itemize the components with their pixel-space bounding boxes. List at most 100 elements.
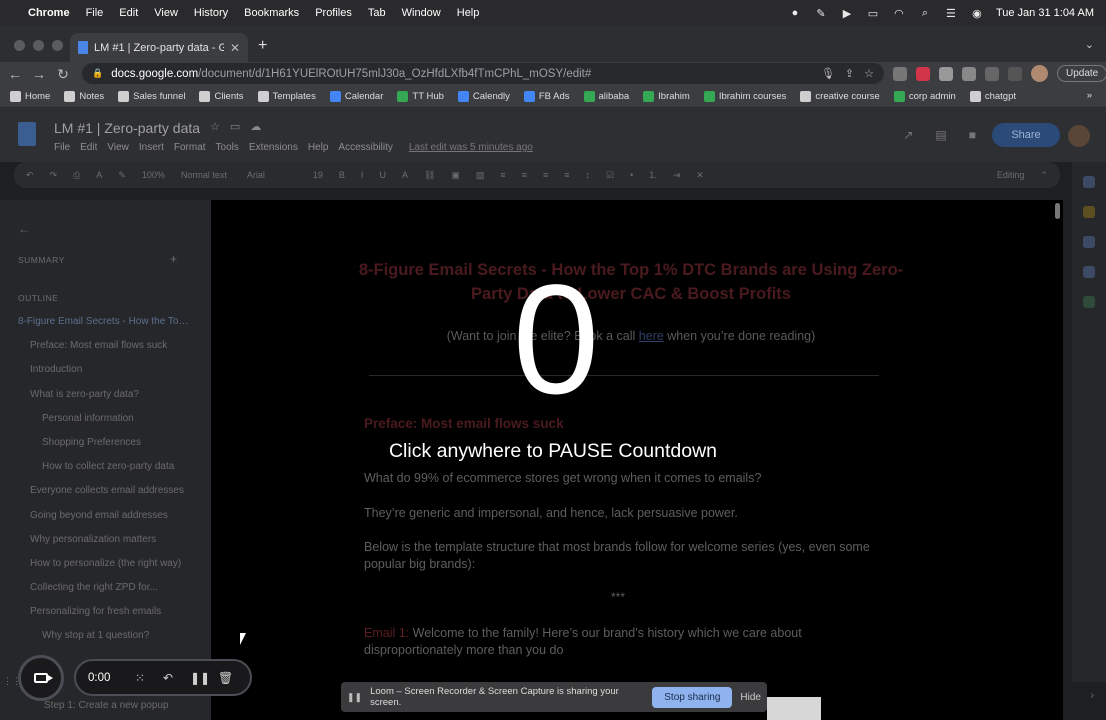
menu-edit[interactable]: Edit [119, 7, 138, 19]
outline-item[interactable]: Why personalization matters [0, 534, 190, 558]
profile-avatar[interactable] [1031, 65, 1048, 82]
menu-bookmarks[interactable]: Bookmarks [244, 7, 299, 19]
cloud-status-icon[interactable]: ☁ [250, 120, 261, 136]
camera-toggle-button[interactable] [18, 655, 64, 701]
indent-icon[interactable]: ⇥ [673, 170, 681, 181]
outline-item[interactable]: How to collect zero-party data [0, 461, 190, 485]
docs-menu-accessibility[interactable]: Accessibility [338, 142, 392, 153]
last-edit-link[interactable]: Last edit was 5 minutes ago [409, 142, 533, 153]
bookmark-chatgpt[interactable]: chatgpt [969, 91, 1016, 102]
editing-mode-select[interactable]: Editing [997, 170, 1025, 180]
search-icon[interactable]: ⌕ [918, 7, 932, 19]
control-center-icon[interactable]: ☰ [944, 7, 958, 20]
numbered-list-icon[interactable]: 1. [649, 170, 657, 180]
microphone-icon[interactable]: ● [788, 7, 802, 19]
new-tab-icon[interactable]: + [258, 37, 267, 55]
menu-app-name[interactable]: Chrome [28, 7, 70, 19]
menu-file[interactable]: File [86, 7, 104, 19]
bookmark-star-icon[interactable]: ☆ [864, 67, 874, 80]
image-icon[interactable]: ▨ [476, 170, 485, 181]
extension-icon[interactable] [962, 66, 976, 81]
calendar-icon[interactable] [1083, 176, 1095, 188]
extension-icon[interactable] [893, 66, 907, 81]
bookmark-calendar[interactable]: Calendar [329, 91, 383, 102]
spellcheck-icon[interactable]: A [96, 170, 102, 180]
bookmark-notes[interactable]: Notes [64, 91, 104, 102]
outline-item[interactable]: Step 1: Create a new popup [44, 700, 169, 711]
reload-icon[interactable]: ↻ [56, 66, 70, 83]
docs-menu-tools[interactable]: Tools [216, 142, 239, 153]
docs-menu-edit[interactable]: Edit [80, 142, 97, 153]
undo-icon[interactable]: ↶ [26, 170, 34, 181]
trash-icon[interactable]: 🗑 [218, 671, 233, 685]
close-tab-icon[interactable]: ✕ [230, 41, 240, 55]
play-icon[interactable]: ▶ [840, 7, 854, 20]
wifi-icon[interactable]: ◠ [892, 7, 906, 20]
align-left-icon[interactable]: ≡ [500, 170, 505, 180]
outline-item[interactable]: Personalizing for fresh emails [0, 606, 190, 630]
countdown-number[interactable]: 0 [503, 262, 609, 418]
menu-tab[interactable]: Tab [368, 7, 386, 19]
comment-icon[interactable]: ▣ [451, 170, 460, 181]
paint-format-icon[interactable]: ✎ [118, 170, 126, 181]
style-select[interactable]: Normal text [181, 170, 231, 180]
clock[interactable]: Tue Jan 31 1:04 AM [996, 7, 1094, 19]
bookmark-sales-funnel[interactable]: Sales funnel [118, 91, 185, 102]
close-outline-icon[interactable]: ← [18, 222, 30, 236]
clear-format-icon[interactable]: ✕ [696, 170, 704, 181]
checklist-icon[interactable]: ☑ [606, 170, 614, 181]
google-docs-logo-icon[interactable] [18, 122, 36, 146]
puzzle-icon[interactable] [985, 66, 999, 81]
booking-link[interactable]: here [639, 329, 664, 343]
docs-menu-file[interactable]: File [54, 142, 70, 153]
tools-icon[interactable]: ✎ [814, 7, 828, 20]
bookmark-tt-hub[interactable]: TT Hub [397, 91, 444, 102]
outline-item[interactable]: How to personalize (the right way) [0, 558, 190, 582]
share-button[interactable]: Share [992, 123, 1060, 147]
tab-search-chevron-icon[interactable]: ⌄ [1085, 38, 1094, 51]
bookmark-home[interactable]: Home [10, 91, 50, 102]
docs-menu-format[interactable]: Format [174, 142, 206, 153]
microphone-icon[interactable]: 🎙 [821, 67, 835, 80]
menu-profiles[interactable]: Profiles [315, 7, 352, 19]
account-avatar[interactable] [1068, 125, 1090, 147]
outline-item[interactable]: 8-Figure Email Secrets - How the Top 1% … [0, 316, 190, 340]
redo-icon[interactable]: ↷ [50, 170, 58, 181]
share-page-icon[interactable]: ⇪ [845, 67, 854, 80]
maps-icon[interactable] [1083, 296, 1095, 308]
minimize-window-button[interactable] [33, 40, 44, 51]
bookmark-clients[interactable]: Clients [199, 91, 244, 102]
keep-icon[interactable] [1083, 206, 1095, 218]
zoom-window-button[interactable] [52, 40, 63, 51]
font-size-field[interactable]: 19 [313, 170, 323, 180]
meet-icon[interactable]: ■ [969, 128, 976, 142]
bookmark-ibrahim[interactable]: Ibrahim [643, 91, 690, 102]
outline-item[interactable]: Personal information [0, 413, 190, 437]
justify-icon[interactable]: ≡ [564, 170, 569, 180]
pause-icon[interactable]: ❚❚ [190, 671, 210, 685]
bookmark-ibrahim-courses[interactable]: Ibrahim courses [703, 91, 786, 102]
docs-menu-insert[interactable]: Insert [139, 142, 164, 153]
extension-icon[interactable] [916, 66, 930, 81]
docs-menu-help[interactable]: Help [308, 142, 329, 153]
side-panel-icon[interactable] [1008, 66, 1022, 81]
stop-sharing-button[interactable]: Stop sharing [652, 686, 733, 708]
outline-item[interactable]: Why stop at 1 question? [0, 630, 190, 654]
address-bar[interactable]: 🔒 docs.google.com/document/d/1H61YUElROt… [82, 63, 884, 84]
move-folder-icon[interactable]: ▭ [230, 120, 240, 136]
comments-icon[interactable]: ▤ [935, 128, 946, 142]
bookmark-corp-admin[interactable]: corp admin [893, 91, 956, 102]
italic-icon[interactable]: I [361, 170, 364, 180]
print-icon[interactable]: ⎙ [73, 170, 80, 181]
outline-item[interactable]: Shopping Preferences [0, 437, 190, 461]
siri-icon[interactable]: ◉ [970, 7, 984, 20]
docs-menu-view[interactable]: View [107, 142, 129, 153]
hide-button[interactable]: Hide [740, 692, 761, 703]
bookmark-calendly[interactable]: Calendly [457, 91, 510, 102]
document-scrollbar[interactable] [1055, 203, 1060, 219]
menu-history[interactable]: History [194, 7, 228, 19]
menu-window[interactable]: Window [402, 7, 441, 19]
text-color-icon[interactable]: A [402, 170, 408, 180]
doc-title[interactable]: LM #1 | Zero-party data [54, 120, 200, 136]
align-right-icon[interactable]: ≡ [543, 170, 548, 180]
